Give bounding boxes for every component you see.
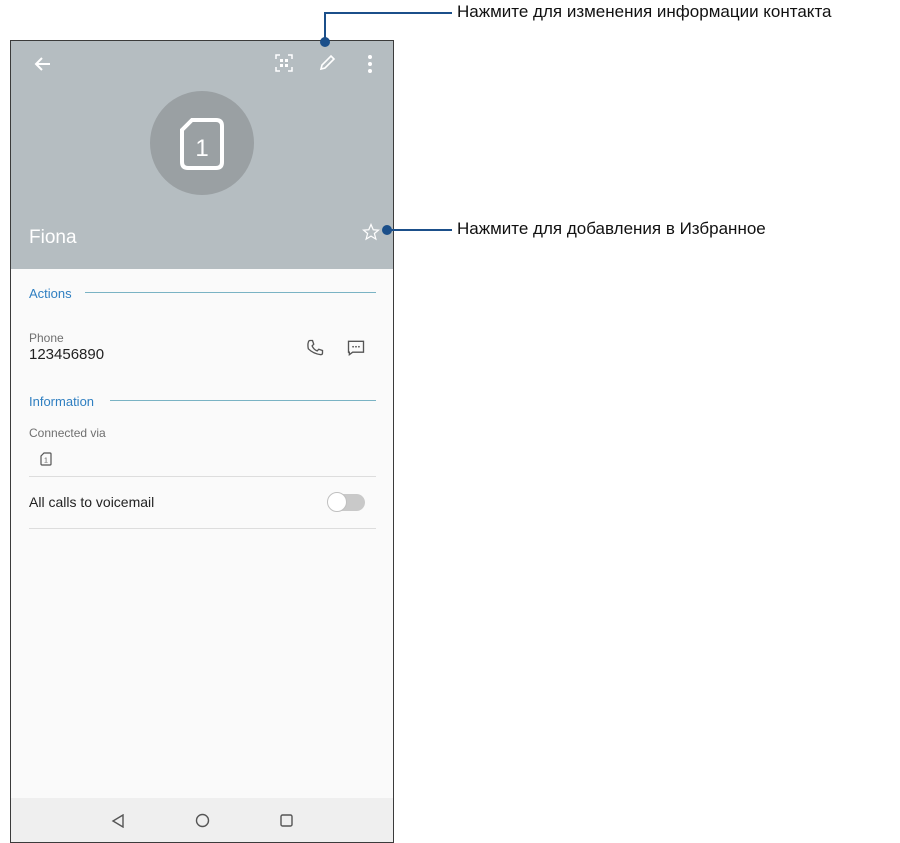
- actions-divider: [85, 292, 376, 293]
- message-icon[interactable]: [346, 338, 366, 358]
- square-recents-icon[interactable]: [280, 814, 293, 827]
- svg-text:1: 1: [195, 135, 208, 162]
- phone-screen: 1 Fiona Actions Phone 123456890 Informat…: [10, 40, 394, 843]
- contact-name: Fiona: [29, 227, 77, 248]
- voicemail-toggle[interactable]: [327, 492, 365, 512]
- circle-home-icon[interactable]: [195, 813, 210, 828]
- back-arrow-icon[interactable]: [33, 54, 53, 74]
- favorite-callout-line: [387, 229, 452, 231]
- phone-icon[interactable]: [305, 338, 325, 358]
- pencil-icon[interactable]: [317, 53, 337, 73]
- system-navbar: [11, 798, 393, 842]
- edit-callout-line: [324, 12, 452, 14]
- favorite-callout-text: Нажмите для добавления в Избранное: [457, 219, 766, 238]
- more-vert-icon[interactable]: [367, 54, 373, 74]
- voicemail-divider: [29, 528, 376, 529]
- information-section-title: Information: [29, 394, 95, 409]
- phone-label: Phone: [29, 331, 64, 345]
- voicemail-label: All calls to voicemail: [29, 494, 155, 510]
- edit-callout-vline: [324, 13, 326, 41]
- qr-code-icon[interactable]: [275, 54, 293, 72]
- star-outline-icon[interactable]: [362, 223, 380, 241]
- sim-card-icon: 1: [180, 118, 224, 170]
- edit-callout-text: Нажмите для изменения информации контакт…: [457, 2, 832, 21]
- sim-small-icon: 1: [40, 452, 52, 466]
- contact-header: 1 Fiona: [11, 41, 393, 269]
- phone-number[interactable]: 123456890: [29, 346, 104, 363]
- connected-via-label: Connected via: [29, 426, 106, 440]
- voicemail-toggle-thumb[interactable]: [327, 492, 347, 512]
- actions-section-title: Actions: [29, 286, 72, 301]
- information-divider: [110, 400, 376, 401]
- triangle-back-icon[interactable]: [111, 814, 125, 828]
- connected-divider: [29, 476, 376, 477]
- contact-avatar: 1: [150, 91, 254, 195]
- svg-text:1: 1: [44, 458, 48, 465]
